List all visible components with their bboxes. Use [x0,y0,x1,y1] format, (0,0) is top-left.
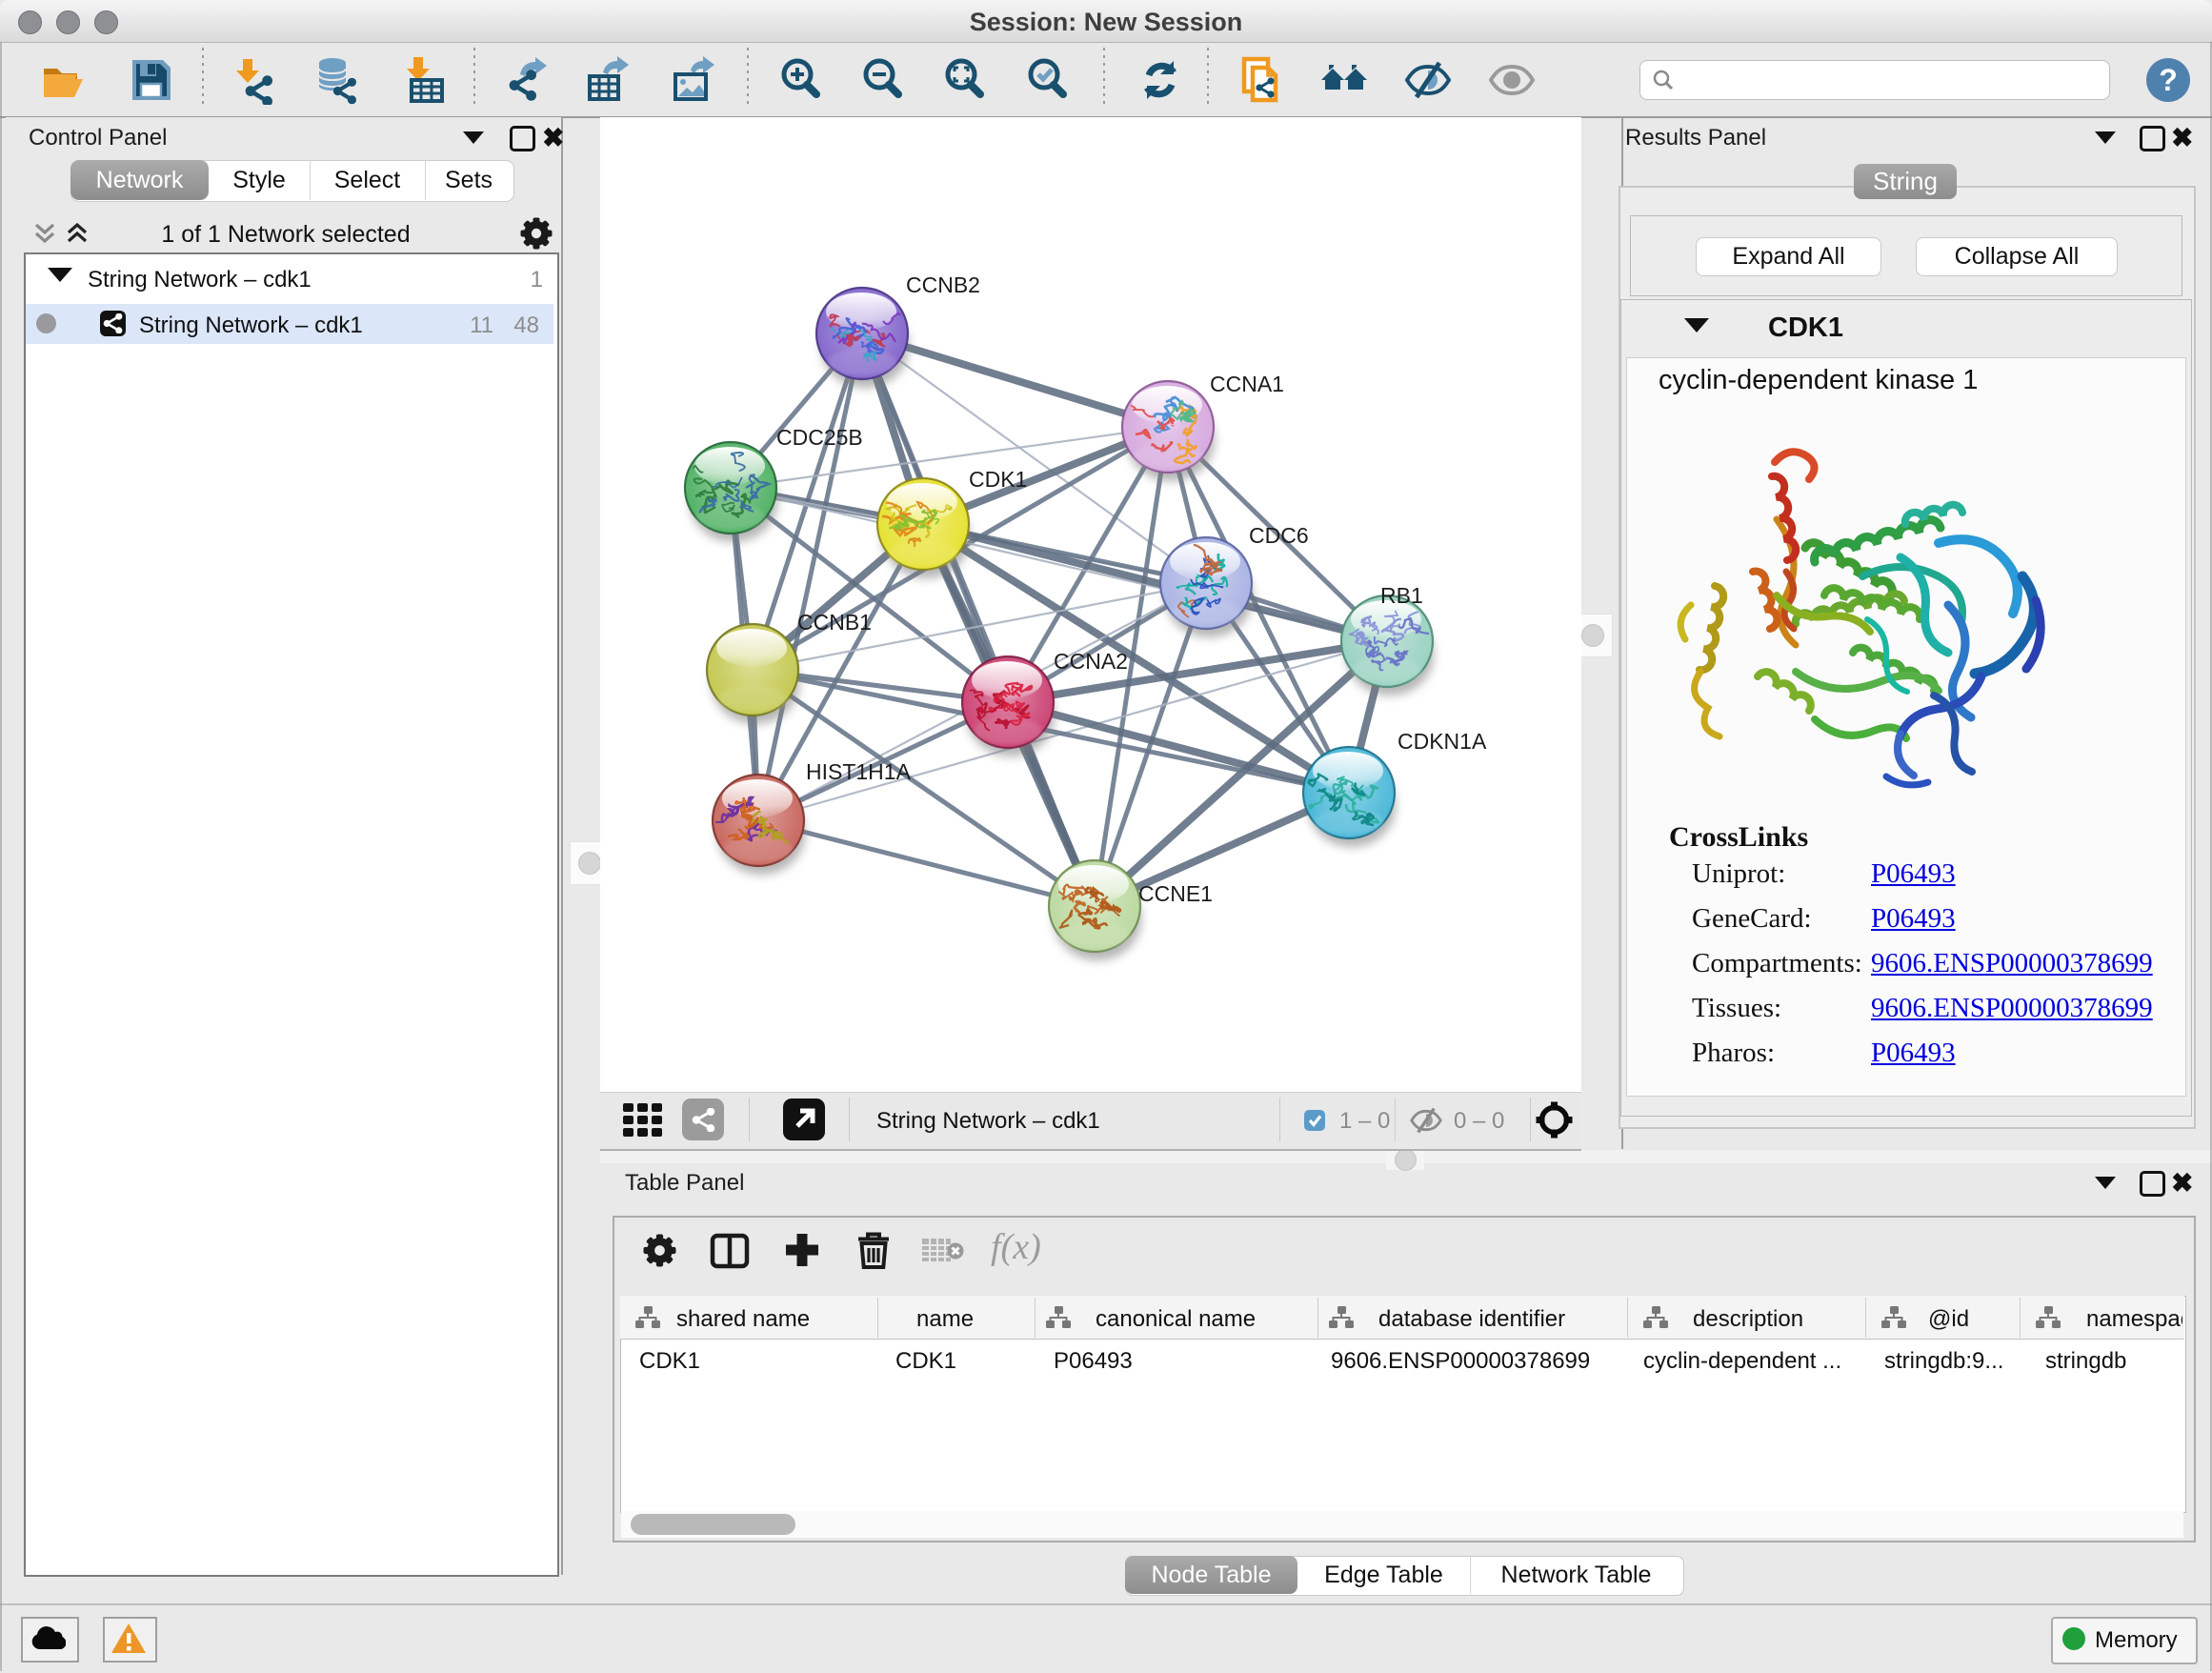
svg-text:CDC6: CDC6 [1249,523,1309,548]
svg-text:CDC25B: CDC25B [776,425,863,450]
svg-text:CCNA2: CCNA2 [1054,649,1128,674]
svg-text:CDK1: CDK1 [969,467,1027,492]
svg-text:CDKN1A: CDKN1A [1398,729,1487,754]
svg-text:CCNB2: CCNB2 [906,272,980,297]
svg-text:HIST1H1A: HIST1H1A [806,759,912,784]
svg-text:CCNE1: CCNE1 [1138,881,1213,906]
svg-text:CCNB1: CCNB1 [797,610,872,635]
svg-text:RB1: RB1 [1380,583,1423,608]
svg-text:CCNA1: CCNA1 [1210,372,1284,396]
